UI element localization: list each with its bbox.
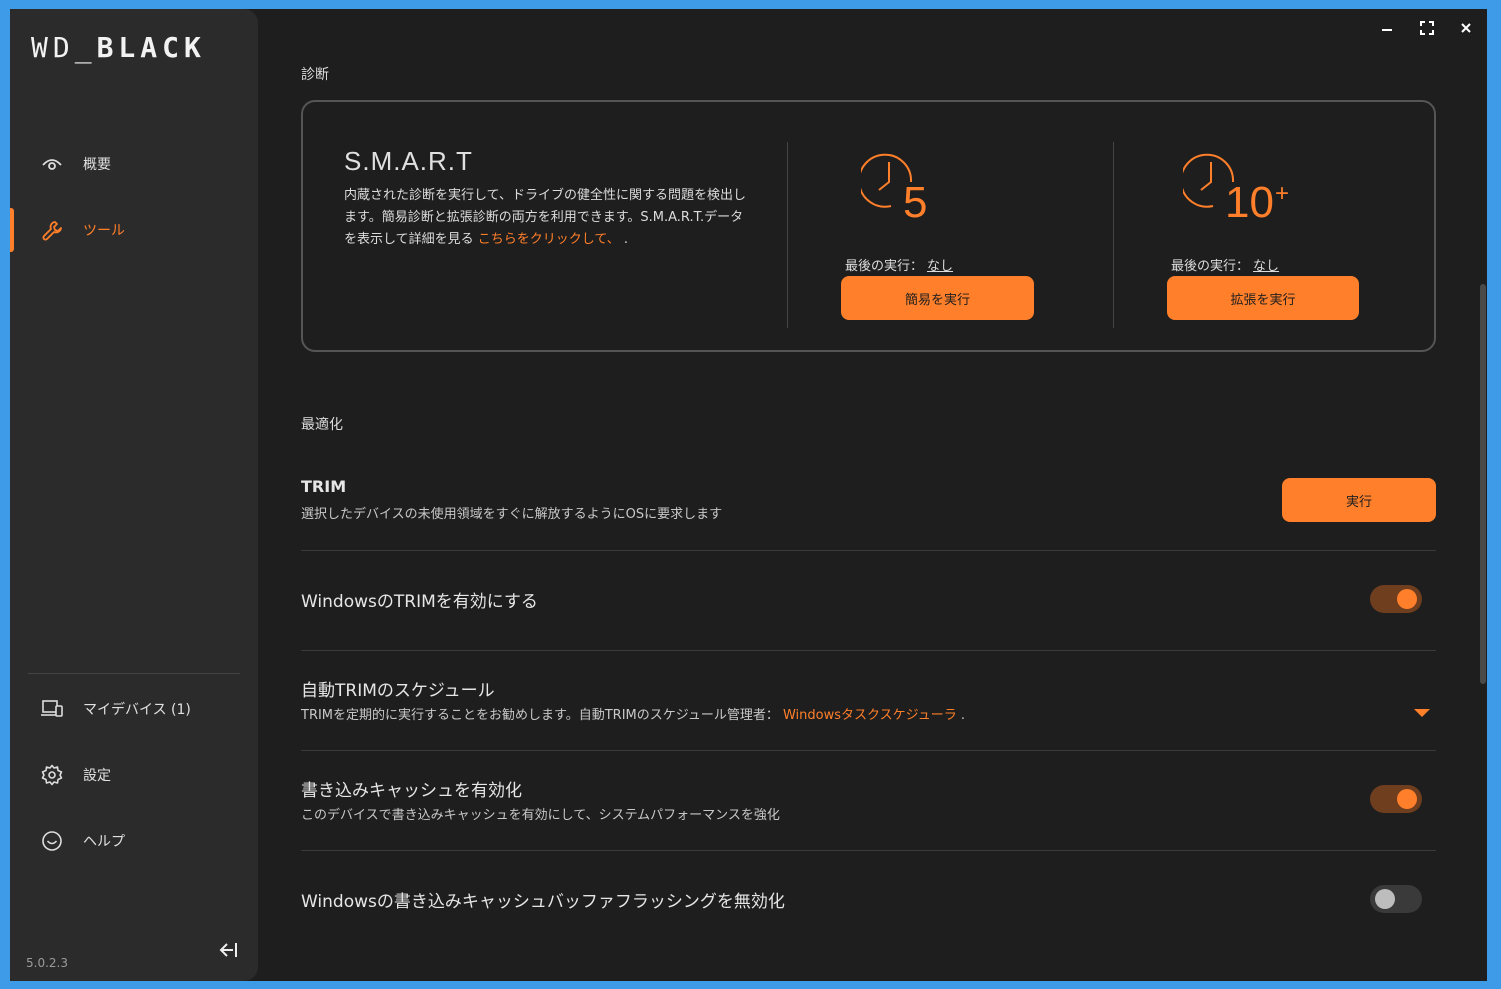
- eye-icon: [40, 152, 64, 176]
- trim-title: TRIM: [301, 477, 347, 496]
- extended-last-run: 最後の実行： なし: [1171, 259, 1280, 274]
- windows-trim-title: WindowsのTRIMを有効にする: [301, 592, 538, 612]
- run-quick-button[interactable]: 簡易を実行: [841, 276, 1034, 320]
- vertical-divider: [787, 142, 788, 328]
- vertical-divider: [1113, 142, 1114, 328]
- minimize-icon[interactable]: [1376, 19, 1398, 37]
- sidebar-item-settings[interactable]: 設定: [10, 753, 258, 797]
- smart-card: S.M.A.R.T 内蔵された診断を実行して、ドライブの健全性に関する問題を検出…: [301, 100, 1436, 352]
- trim-description: 選択したデバイスの未使用領域をすぐに解放するようにOSに要求します: [301, 507, 723, 522]
- quick-last-run-value[interactable]: なし: [927, 259, 953, 274]
- app-window: WD_BLACK 概要 ツール マイデバイス (1) 設定 ヘルプ 5.0.2.…: [10, 9, 1487, 981]
- auto-trim-title: 自動TRIMのスケジュール: [301, 681, 495, 701]
- smart-description: 内蔵された診断を実行して、ドライブの健全性に関する問題を検出します。簡易診断と拡…: [344, 188, 746, 247]
- extended-duration-suffix: +: [1275, 180, 1290, 207]
- close-icon[interactable]: [1455, 19, 1477, 37]
- sidebar: WD_BLACK 概要 ツール マイデバイス (1) 設定 ヘルプ 5.0.2.…: [10, 9, 258, 981]
- flush-disable-toggle[interactable]: [1370, 885, 1422, 913]
- wrench-icon: [40, 218, 64, 242]
- run-trim-button[interactable]: 実行: [1282, 478, 1436, 522]
- extended-duration: 10: [1225, 178, 1274, 227]
- write-cache-title: 書き込みキャッシュを有効化: [301, 781, 522, 801]
- sidebar-item-label: 設定: [83, 768, 111, 784]
- smart-data-link[interactable]: こちらをクリックして、: [478, 232, 620, 247]
- app-logo: WD_BLACK: [31, 31, 206, 64]
- flush-disable-title: Windowsの書き込みキャッシュバッファフラッシングを無効化: [301, 892, 785, 912]
- devices-icon: [40, 697, 64, 721]
- smart-title: S.M.A.R.T: [344, 146, 473, 176]
- quick-duration: 5: [903, 178, 928, 227]
- run-extended-button[interactable]: 拡張を実行: [1167, 276, 1359, 320]
- row-divider: [301, 550, 1436, 551]
- app-version: 5.0.2.3: [26, 956, 68, 970]
- chevron-down-icon[interactable]: [1413, 704, 1431, 717]
- extended-last-run-value[interactable]: なし: [1253, 259, 1279, 274]
- quick-last-run: 最後の実行： なし: [845, 259, 954, 274]
- row-divider: [301, 850, 1436, 851]
- windows-trim-toggle[interactable]: [1370, 585, 1422, 613]
- collapse-sidebar-icon[interactable]: [215, 937, 241, 963]
- sidebar-item-label: ヘルプ: [83, 834, 125, 850]
- sidebar-item-help[interactable]: ヘルプ: [10, 819, 258, 863]
- sidebar-divider: [28, 673, 240, 674]
- scrollbar[interactable]: [1480, 284, 1486, 684]
- sidebar-item-label: 概要: [83, 157, 111, 173]
- help-icon: [40, 829, 64, 853]
- gear-icon: [40, 763, 64, 787]
- auto-trim-description: TRIMを定期的に実行することをお勧めします。自動TRIMのスケジュール管理者：…: [301, 708, 965, 723]
- row-divider: [301, 750, 1436, 751]
- write-cache-description: このデバイスで書き込みキャッシュを有効にして、システムパフォーマンスを強化: [301, 808, 780, 823]
- section-title-optimize: 最適化: [301, 417, 343, 433]
- task-scheduler-link[interactable]: Windowsタスクスケジューラ: [783, 708, 957, 723]
- sidebar-item-my-devices[interactable]: マイデバイス (1): [10, 687, 258, 731]
- write-cache-toggle[interactable]: [1370, 785, 1422, 813]
- sidebar-item-tools[interactable]: ツール: [10, 208, 258, 252]
- sidebar-item-label: マイデバイス (1): [83, 702, 191, 718]
- section-title-diagnostics: 診断: [301, 67, 329, 83]
- sidebar-item-overview[interactable]: 概要: [10, 142, 258, 186]
- row-divider: [301, 650, 1436, 651]
- maximize-icon[interactable]: [1416, 19, 1438, 37]
- sidebar-item-label: ツール: [83, 223, 125, 239]
